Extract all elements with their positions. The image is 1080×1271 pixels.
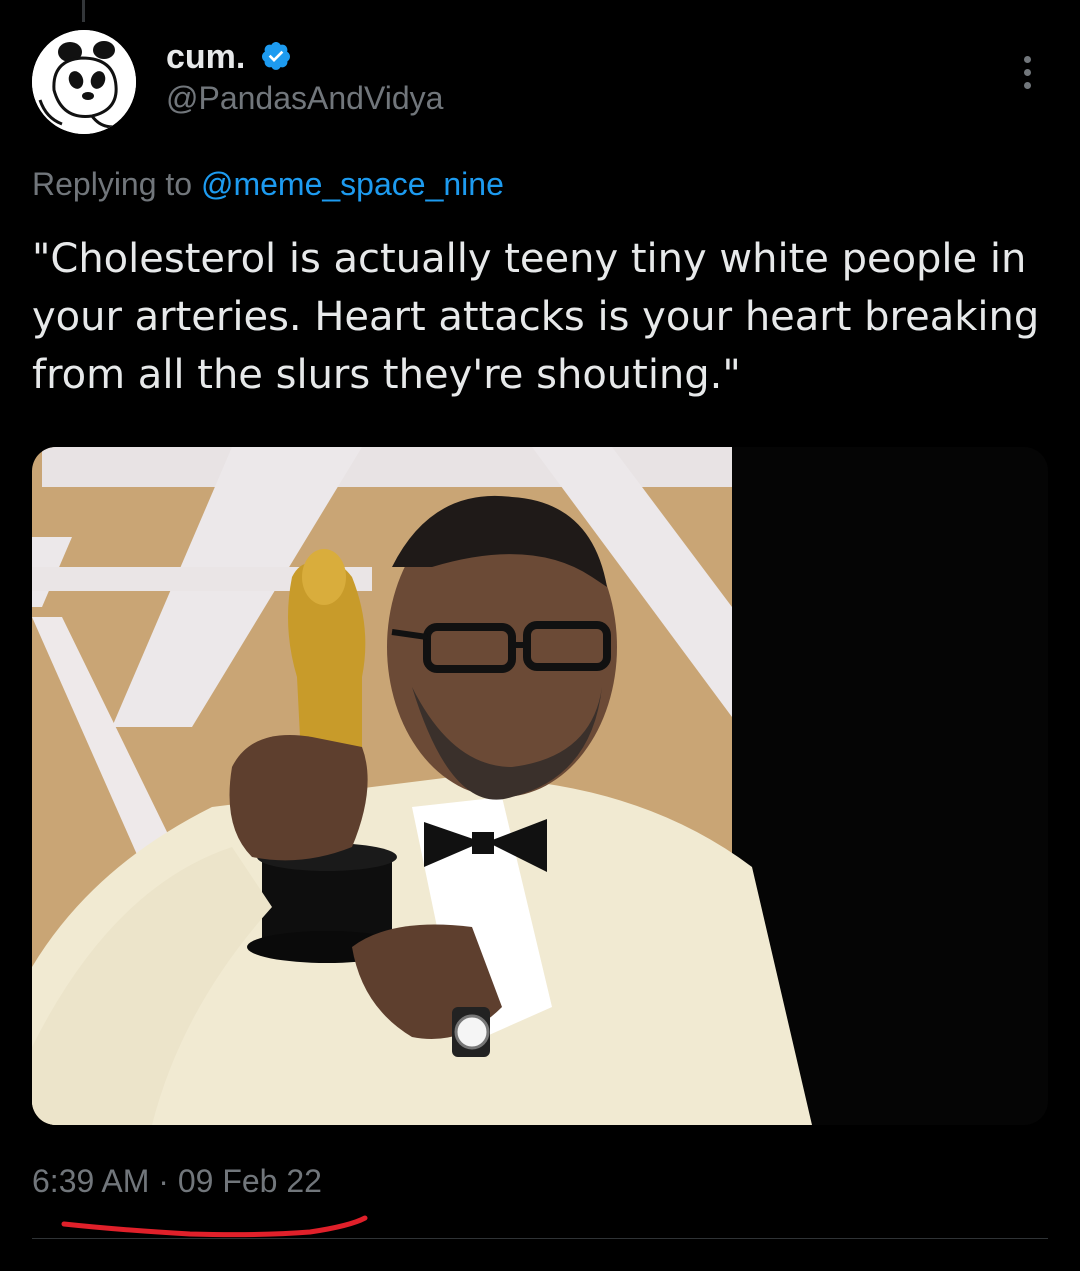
replying-to-label: Replying to <box>32 166 193 202</box>
tweet-divider <box>32 1238 1048 1239</box>
photo-illustration <box>32 447 1048 1125</box>
replying-to-mention-link[interactable]: @meme_space_nine <box>201 166 504 202</box>
tweet-date: 09 Feb 22 <box>177 1163 322 1199</box>
thread-connector-line <box>82 0 85 22</box>
tweet-photo[interactable] <box>32 447 1048 1125</box>
tweet-timestamp[interactable]: 6:39 AM · 09 Feb 22 <box>32 1163 322 1200</box>
replying-to-line: Replying to @meme_space_nine <box>32 166 504 203</box>
avatar[interactable] <box>32 30 136 134</box>
tweet-text: "Cholesterol is actually teeny tiny whit… <box>32 236 1040 398</box>
user-handle[interactable]: @PandasAndVidya <box>166 80 443 117</box>
tweet-time: 6:39 AM <box>32 1163 150 1199</box>
panda-avatar-icon <box>32 30 136 134</box>
red-annotation-underline <box>61 1215 368 1238</box>
more-options-icon[interactable] <box>1012 56 1042 96</box>
display-name[interactable]: cum. <box>166 38 245 77</box>
timestamp-separator: · <box>158 1163 169 1199</box>
verified-badge-icon <box>262 42 290 70</box>
